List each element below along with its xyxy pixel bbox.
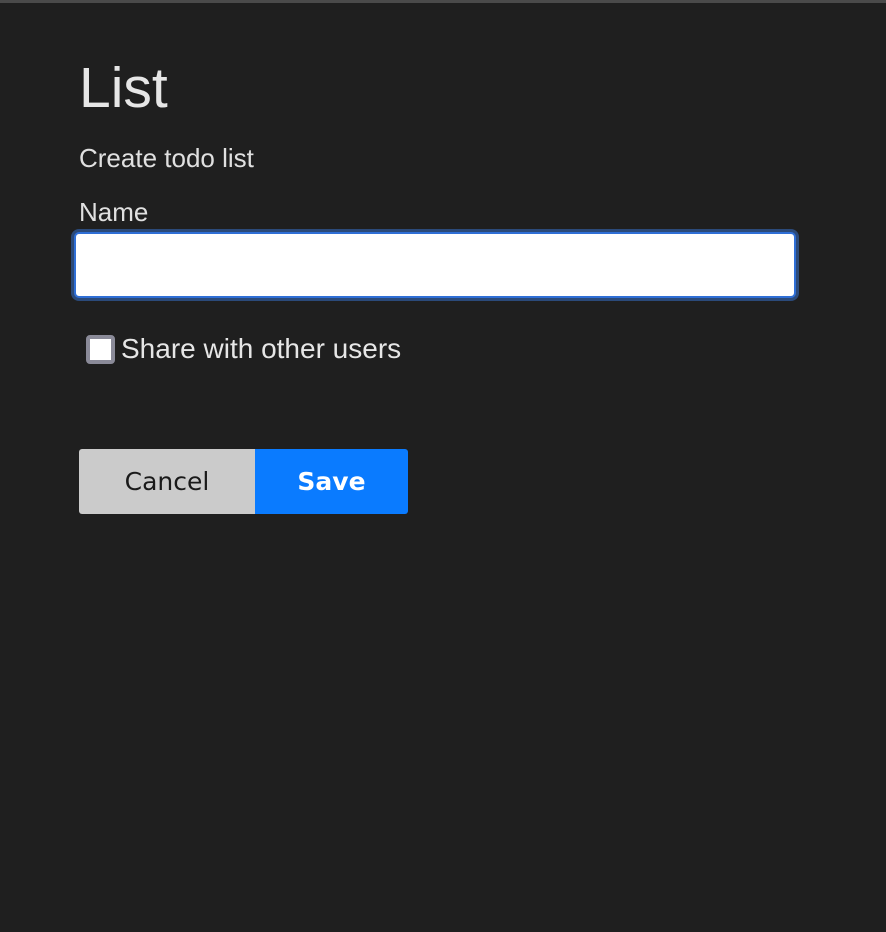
page-title: List xyxy=(79,56,168,120)
form-actions: Cancel Save xyxy=(79,449,408,514)
share-checkbox-row[interactable]: Share with other users xyxy=(86,332,401,366)
save-button[interactable]: Save xyxy=(255,449,408,514)
window-top-border xyxy=(0,0,886,3)
name-label: Name xyxy=(79,197,149,227)
name-input[interactable] xyxy=(74,232,796,298)
cancel-button[interactable]: Cancel xyxy=(79,449,255,514)
share-checkbox-label[interactable]: Share with other users xyxy=(121,332,401,366)
page-subtitle: Create todo list xyxy=(79,143,254,173)
share-checkbox[interactable] xyxy=(86,334,115,364)
